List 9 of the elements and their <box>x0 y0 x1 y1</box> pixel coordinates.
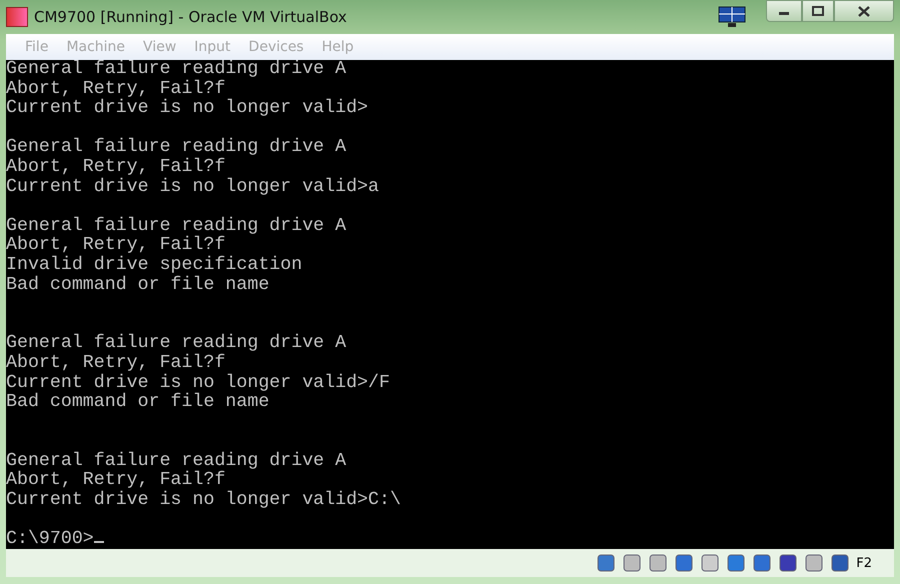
console-output: General failure reading drive A Abort, Retry, Fail?f Current drive is no longer valid> General failure reading drive A Abort, Retry, Fail?f Current drive is no longer valid>a General failure reading drive A Abort, Retry, Fail?f Invalid drive specification Bad command or file name General failure reading drive A Abort, Retry, Fail?f Current drive is no longer valid>/F Bad command or file name General failure reading drive A Abort, Retry, Fail?f Current drive is no longer valid>C:\ <box>6 60 401 511</box>
text-cursor <box>94 541 104 544</box>
close-icon[interactable] <box>858 6 870 16</box>
monitor-icon <box>718 6 746 28</box>
window-title: CM9700 [Running] - Oracle VM VirtualBox <box>34 8 348 26</box>
app-icon <box>6 7 28 27</box>
command-prompt: C:\9700> <box>6 529 94 549</box>
maximize-icon[interactable] <box>812 6 824 16</box>
host-key-label: F2 <box>856 556 872 570</box>
